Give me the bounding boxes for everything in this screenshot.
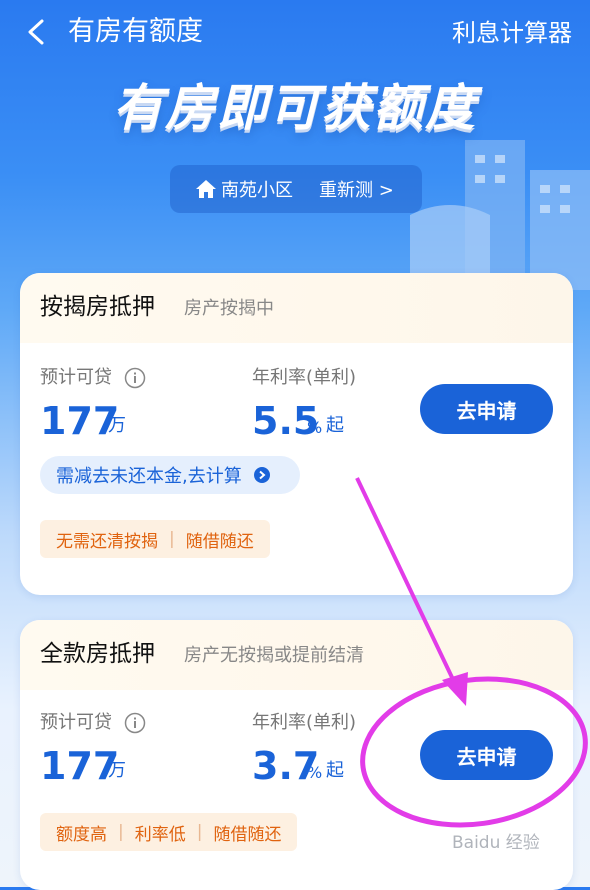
loan-label: 预计可贷 bbox=[40, 712, 112, 733]
hero-title: 有房即可获额度 bbox=[113, 79, 477, 137]
rate-label: 年利率(单利) bbox=[252, 712, 357, 733]
rate-unit: % bbox=[307, 418, 323, 437]
card-header: 全款房抵押 房产无按揭或提前结清 bbox=[20, 620, 573, 690]
community-name: 南苑小区 bbox=[221, 180, 293, 201]
feature-tags: 无需还清按揭 | 随借随还 bbox=[40, 520, 270, 558]
feature-tags: 额度高 | 利率低 | 随借随还 bbox=[40, 813, 298, 851]
card-header: 按揭房抵押 房产按揭中 bbox=[20, 273, 573, 343]
tag: 随借随还 bbox=[185, 531, 254, 552]
rate-suffix: 起 bbox=[326, 760, 344, 781]
tag-separator: | bbox=[169, 529, 175, 549]
tag: 随借随还 bbox=[213, 824, 282, 845]
apply-button[interactable]: 去申请 bbox=[420, 730, 553, 780]
card-title: 按揭房抵押 bbox=[40, 294, 155, 320]
loan-unit: 万 bbox=[108, 760, 126, 781]
info-icon[interactable] bbox=[124, 712, 146, 734]
rate-label: 年利率(单利) bbox=[252, 367, 357, 388]
mortgage-loan-card: 按揭房抵押 房产按揭中 预计可贷 177 万 年利率(单利) 5.5 % 起 去… bbox=[20, 273, 573, 595]
tag-separator: | bbox=[196, 822, 203, 842]
tag: 利率低 bbox=[134, 824, 186, 845]
loan-unit: 万 bbox=[108, 415, 126, 436]
calculate-principal-link[interactable]: 需减去未还本金,去计算 bbox=[40, 456, 300, 494]
chevron-right-circle-icon bbox=[253, 467, 270, 483]
card-subtitle: 房产按揭中 bbox=[184, 298, 274, 319]
back-arrow-icon[interactable] bbox=[24, 18, 48, 46]
watermark: Baidu 经验 bbox=[452, 833, 540, 853]
location-selector[interactable]: 南苑小区 重新测 > bbox=[170, 165, 422, 213]
tag: 额度高 bbox=[56, 824, 107, 845]
calculate-link-label: 需减去未还本金,去计算 bbox=[56, 466, 242, 487]
info-icon[interactable] bbox=[124, 367, 146, 389]
loan-label: 预计可贷 bbox=[40, 367, 112, 388]
tag: 无需还清按揭 bbox=[56, 531, 158, 552]
home-icon bbox=[196, 180, 216, 198]
page-title: 有房有额度 bbox=[68, 16, 203, 47]
tag-separator: | bbox=[118, 822, 124, 842]
card-subtitle: 房产无按揭或提前结清 bbox=[184, 645, 364, 666]
card-title: 全款房抵押 bbox=[40, 641, 155, 667]
rate-suffix: 起 bbox=[326, 415, 344, 436]
top-bar: 有房有额度 利息计算器 bbox=[0, 0, 590, 64]
interest-calculator-link[interactable]: 利息计算器 bbox=[452, 16, 572, 50]
rate-unit: % bbox=[307, 763, 323, 782]
retest-link[interactable]: 重新测 > bbox=[319, 176, 394, 202]
apply-button[interactable]: 去申请 bbox=[420, 384, 553, 434]
